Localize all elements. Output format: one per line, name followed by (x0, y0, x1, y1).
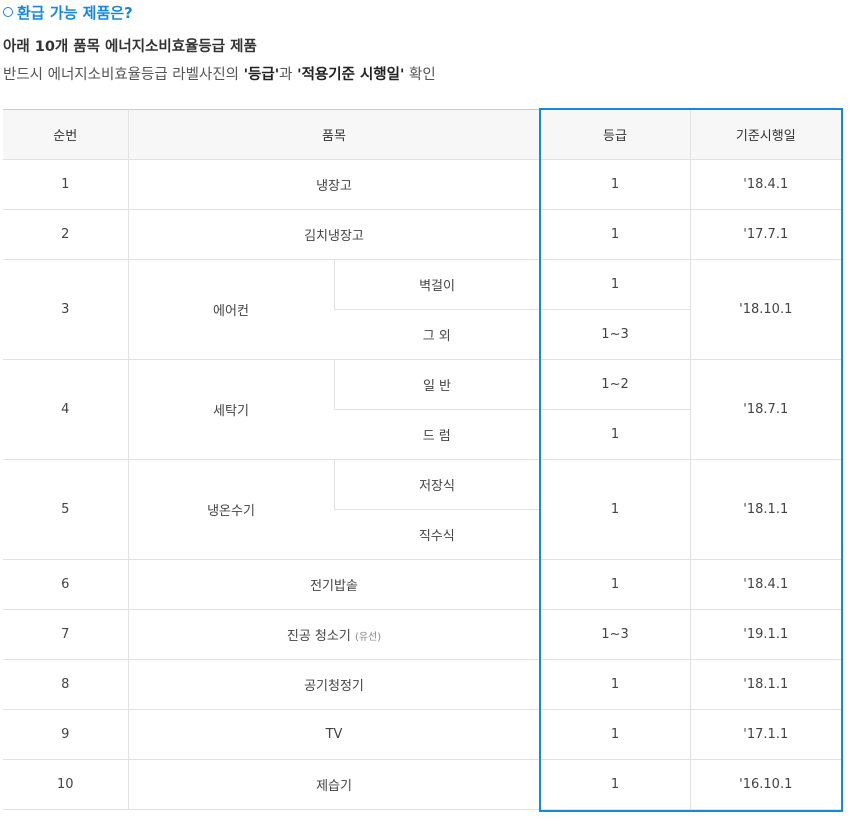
header-date: 기준시행일 (689, 109, 842, 160)
cell-grade: 1 (539, 459, 691, 560)
section-heading: 환급 가능 제품은? (3, 2, 133, 23)
cell-subtype: 저장식 (333, 459, 541, 510)
cell-subtype: 드 럼 (334, 409, 541, 460)
header-grade: 등급 (539, 109, 691, 160)
cell-grade: 1 (539, 659, 691, 710)
cell-item: 진공 청소기 (유선) (127, 609, 541, 660)
cell-item: 에어컨 (127, 259, 334, 360)
cell-grade: 1 (539, 709, 691, 760)
cell-no: 1 (3, 159, 128, 210)
cell-no: 5 (3, 459, 128, 560)
cell-item: 냉온수기 (127, 459, 334, 560)
subtitle: 아래 10개 품목 에너지소비효율등급 제품 (3, 39, 257, 55)
cell-item: 김치냉장고 (127, 209, 541, 260)
cell-no: 4 (3, 359, 128, 460)
cell-no: 10 (3, 759, 128, 810)
cell-subtype: 벽걸이 (333, 259, 541, 310)
table-row: 7 진공 청소기 (유선) 1~3 '19.1.1 (3, 609, 842, 660)
section-heading-text: 환급 가능 제품은? (17, 4, 133, 22)
cell-grade: 1 (539, 259, 691, 310)
table-row: 5 냉온수기 저장식 1 '18.1.1 (3, 459, 842, 560)
cell-no: 8 (3, 659, 128, 710)
cell-date: '19.1.1 (689, 609, 842, 660)
cell-grade: 1 (539, 209, 691, 260)
cell-date: '17.1.1 (689, 709, 842, 760)
cell-item: 공기청정기 (127, 659, 541, 710)
cell-date: '18.1.1 (689, 459, 842, 560)
table-row: 10 제습기 1 '16.10.1 (3, 759, 842, 810)
description: 반드시 에너지소비효율등급 라벨사진의 '등급'과 '적용기준 시행일' 확인 (3, 63, 436, 84)
cell-date: '18.4.1 (689, 559, 842, 610)
cell-grade: 1 (539, 159, 691, 210)
cell-no: 7 (3, 609, 128, 660)
table-row: 2 김치냉장고 1 '17.7.1 (3, 209, 842, 260)
description-middle: 과 (279, 67, 298, 83)
table-row: 4 세탁기 일 반 1~2 '18.7.1 (3, 359, 842, 460)
table-row: 6 전기밥솥 1 '18.4.1 (3, 559, 842, 610)
cell-no: 6 (3, 559, 128, 610)
header-item: 품목 (127, 109, 541, 160)
table-row: 8 공기청정기 1 '18.1.1 (3, 659, 842, 710)
cell-grade: 1 (539, 559, 691, 610)
cell-grade: 1~3 (539, 309, 691, 360)
cell-date: '18.7.1 (689, 359, 842, 460)
cell-item-text: 진공 청소기 (286, 629, 351, 644)
cell-date: '18.4.1 (689, 159, 842, 210)
cell-item: 제습기 (127, 759, 541, 810)
description-suffix: 확인 (404, 67, 436, 83)
table-row: 1 냉장고 1 '18.4.1 (3, 159, 842, 210)
description-prefix: 반드시 에너지소비효율등급 라벨사진의 (3, 67, 244, 83)
cell-subtype: 일 반 (333, 359, 541, 410)
table-header-row: 순번 품목 등급 기준시행일 (3, 109, 842, 160)
cell-item: 세탁기 (127, 359, 334, 460)
cell-subtype: 그 외 (334, 309, 541, 360)
cell-item: 냉장고 (127, 159, 541, 210)
cell-subtype: 직수식 (334, 509, 541, 560)
description-term-grade: '등급' (243, 67, 280, 83)
cell-no: 2 (3, 209, 128, 260)
cell-date: '16.10.1 (689, 759, 842, 810)
circle-bullet-icon (3, 7, 13, 17)
cell-item-note: (유선) (354, 632, 382, 643)
cell-date: '18.1.1 (689, 659, 842, 710)
header-no: 순번 (3, 109, 128, 160)
cell-date: '17.7.1 (689, 209, 842, 260)
cell-grade: 1 (539, 409, 691, 460)
cell-item: 전기밥솥 (127, 559, 541, 610)
cell-date: '18.10.1 (689, 259, 842, 360)
cell-no: 9 (3, 709, 128, 760)
table-row: 9 TV 1 '17.1.1 (3, 709, 842, 760)
cell-grade: 1 (539, 759, 691, 810)
description-term-date: '적용기준 시행일' (297, 67, 405, 83)
cell-item: TV (127, 709, 541, 760)
cell-grade: 1~2 (539, 359, 691, 410)
refund-items-table: 순번 품목 등급 기준시행일 1 냉장고 1 '18.4.1 2 김치냉장고 1… (3, 109, 842, 810)
cell-no: 3 (3, 259, 128, 360)
cell-grade: 1~3 (539, 609, 691, 660)
table-row: 3 에어컨 벽걸이 1 '18.10.1 (3, 259, 842, 360)
